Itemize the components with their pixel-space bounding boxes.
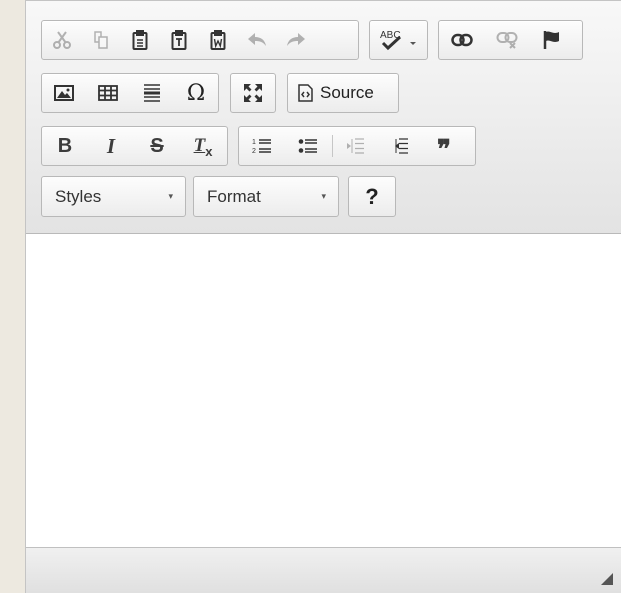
spellcheck-group: ABC [369, 20, 428, 60]
italic-label: I [106, 133, 116, 158]
remove-format-button[interactable]: Tx [180, 127, 226, 165]
table-icon[interactable] [86, 74, 130, 112]
source-group: Source [287, 73, 399, 113]
paste-text-icon[interactable] [159, 21, 198, 59]
format-dropdown[interactable]: Format ▾ [193, 176, 339, 217]
bulleted-list-icon[interactable] [285, 127, 331, 165]
italic-button[interactable]: I [88, 127, 134, 165]
clipboard-group [41, 20, 359, 60]
source-label: Source [320, 83, 374, 102]
bold-label: B [57, 134, 73, 157]
svg-text:1: 1 [252, 139, 256, 146]
basic-styles-group: B I S Tx [41, 126, 228, 166]
horizontal-line-icon[interactable] [130, 74, 174, 112]
special-char-icon[interactable]: Ω [174, 74, 218, 112]
toolbar-separator [332, 135, 333, 157]
link-icon[interactable] [439, 21, 484, 59]
strike-button[interactable]: S [134, 127, 180, 165]
help-button[interactable]: ? [348, 176, 396, 217]
outdent-icon[interactable] [334, 127, 378, 165]
insert-group: Ω [41, 73, 219, 113]
styles-label: Styles [55, 186, 102, 206]
editor-toolbar: ABC Ω Source B I S T x 1 2 ❞ Styles ▾ Fo… [26, 1, 621, 234]
paragraph-group: 12 ❞ [238, 126, 476, 166]
spellcheck-button[interactable]: ABC [370, 21, 427, 59]
svg-text:2: 2 [252, 148, 256, 154]
maximize-group [230, 73, 276, 113]
blockquote-label: ❞ [437, 135, 451, 165]
links-group [438, 20, 583, 60]
cut-icon[interactable] [42, 21, 81, 59]
maximize-icon[interactable] [231, 74, 275, 112]
chevron-down-icon: ▾ [321, 191, 326, 201]
paste-word-icon[interactable] [198, 21, 237, 59]
copy-icon[interactable] [81, 21, 120, 59]
resize-handle-icon[interactable] [601, 573, 613, 585]
chevron-down-icon: ▾ [168, 191, 173, 201]
styles-dropdown[interactable]: Styles ▾ [41, 176, 186, 217]
format-label: Format [207, 186, 261, 206]
numbered-list-icon[interactable]: 12 [239, 127, 285, 165]
anchor-flag-icon[interactable] [529, 21, 574, 59]
source-button[interactable]: Source [298, 83, 374, 103]
source-icon [298, 84, 313, 102]
strike-label: S [150, 134, 164, 157]
redo-icon[interactable] [276, 21, 315, 59]
undo-icon[interactable] [237, 21, 276, 59]
indent-icon[interactable] [378, 127, 422, 165]
remove-format-label: T [193, 135, 206, 156]
image-icon[interactable] [42, 74, 86, 112]
remove-format-sub: x [205, 143, 213, 159]
editor-content-area[interactable] [26, 234, 621, 548]
special-char-label: Ω [186, 80, 206, 106]
paste-icon[interactable] [120, 21, 159, 59]
rich-text-editor: ABC Ω Source B I S T x 1 2 ❞ Styles ▾ Fo… [25, 0, 621, 593]
bold-button[interactable]: B [42, 127, 88, 165]
help-label: ? [365, 183, 379, 209]
blockquote-icon[interactable]: ❞ [422, 127, 466, 165]
unlink-icon[interactable] [484, 21, 529, 59]
editor-bottom-bar [26, 547, 621, 593]
